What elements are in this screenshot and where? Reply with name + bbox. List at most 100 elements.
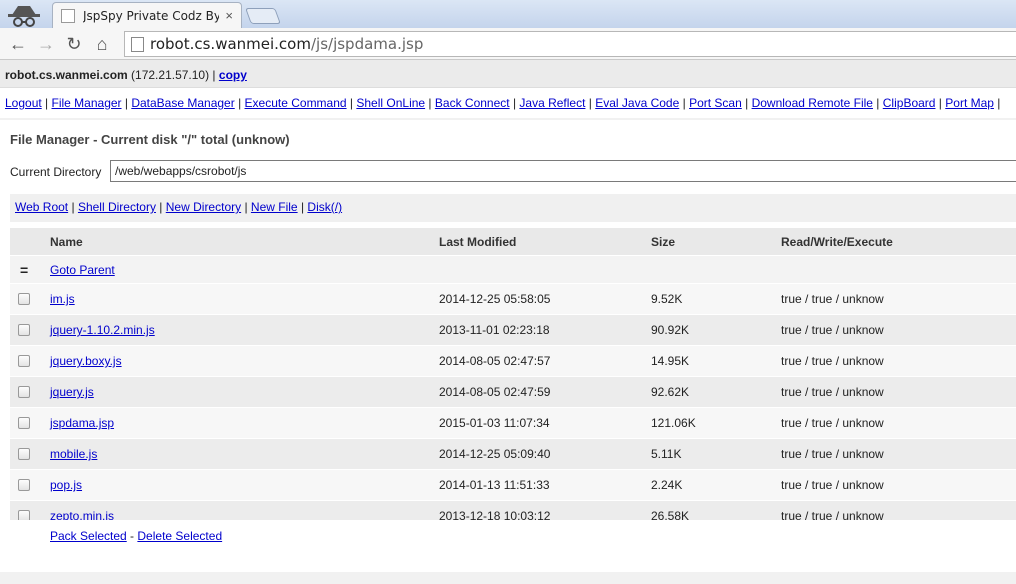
- menu-separator: |: [346, 96, 357, 110]
- goto-parent-link[interactable]: Goto Parent: [50, 263, 115, 277]
- browser-tabbar: JspSpy Private Codz By ×: [0, 0, 1016, 28]
- menu-clipboard[interactable]: ClipBoard: [883, 96, 936, 110]
- file-modified: 2014-08-05 02:47:57: [439, 354, 551, 368]
- browser-tab[interactable]: JspSpy Private Codz By ×: [52, 2, 242, 28]
- file-name-link[interactable]: jspdama.jsp: [50, 416, 114, 430]
- menu-database-manager[interactable]: DataBase Manager: [131, 96, 234, 110]
- current-directory-input[interactable]: [110, 160, 1016, 182]
- table-row: im.js 2014-12-25 05:58:05 9.52K true / true…: [10, 284, 1016, 315]
- quicklink-disk[interactable]: Disk(/): [307, 200, 342, 214]
- quicklink-shell-directory[interactable]: Shell Directory: [78, 200, 156, 214]
- row-checkbox-cell: [18, 439, 34, 469]
- row-checkbox-cell: [18, 377, 34, 407]
- file-name-cell: jquery.boxy.js: [50, 346, 122, 376]
- file-name-link[interactable]: mobile.js: [50, 447, 97, 461]
- reload-icon[interactable]: ↻: [62, 32, 86, 56]
- menu-download-remote-file[interactable]: Download Remote File: [752, 96, 873, 110]
- table-row: mobile.js 2014-12-25 05:09:40 5.11K true / …: [10, 439, 1016, 470]
- menu-port-scan[interactable]: Port Scan: [689, 96, 742, 110]
- quicklink-separator: |: [68, 200, 78, 214]
- quicklink-new-directory[interactable]: New Directory: [166, 200, 241, 214]
- close-tab-icon[interactable]: ×: [225, 8, 233, 23]
- table-row: jquery-1.10.2.min.js 2013-11-01 02:23:18 9…: [10, 315, 1016, 346]
- table-header: Name Last Modified Size Read/Write/Execu…: [10, 228, 1016, 256]
- quicklink-new-file[interactable]: New File: [251, 200, 298, 214]
- file-size: 2.24K: [651, 478, 683, 492]
- menu-execute-command[interactable]: Execute Command: [245, 96, 347, 110]
- quicklink-separator: |: [241, 200, 251, 214]
- menu-separator: |: [509, 96, 520, 110]
- file-manager-panel: File Manager - Current disk "/" total (u…: [0, 120, 1016, 572]
- file-name-cell: jquery-1.10.2.min.js: [50, 315, 155, 345]
- file-permissions: true / true / unknow: [781, 447, 884, 461]
- quicklink-web-root[interactable]: Web Root: [15, 200, 68, 214]
- file-name-link[interactable]: im.js: [50, 292, 75, 306]
- menu-separator: |: [234, 96, 245, 110]
- menu-port-map[interactable]: Port Map: [945, 96, 994, 110]
- menu-separator: |: [679, 96, 690, 110]
- delete-selected-link[interactable]: Delete Selected: [137, 529, 222, 543]
- file-size: 9.52K: [651, 292, 683, 306]
- menu-eval-java-code[interactable]: Eval Java Code: [595, 96, 679, 110]
- file-size: 14.95K: [651, 354, 690, 368]
- home-icon[interactable]: ⌂: [90, 32, 114, 56]
- menu-separator: |: [41, 96, 52, 110]
- file-table: Name Last Modified Size Read/Write/Execu…: [10, 228, 1016, 532]
- menu-shell-online[interactable]: Shell OnLine: [356, 96, 425, 110]
- pack-selected-link[interactable]: Pack Selected: [50, 529, 127, 543]
- parent-icon-glyph: =: [20, 261, 29, 278]
- file-permissions: true / true / unknow: [781, 354, 884, 368]
- copy-link[interactable]: copy: [219, 68, 247, 82]
- menu-file-manager[interactable]: File Manager: [52, 96, 122, 110]
- address-url: robot.cs.wanmei.com/js/jspdama.jsp: [150, 35, 423, 53]
- selection-actions: Pack Selected - Delete Selected: [10, 520, 1016, 552]
- file-permissions: true / true / unknow: [781, 292, 884, 306]
- goto-parent-row: = Goto Parent: [10, 256, 1016, 284]
- menu-separator: |: [935, 96, 946, 110]
- menu-back-connect[interactable]: Back Connect: [435, 96, 510, 110]
- file-name-link[interactable]: pop.js: [50, 478, 82, 492]
- row-checkbox[interactable]: [18, 324, 30, 336]
- row-checkbox[interactable]: [18, 479, 30, 491]
- url-path: /js/jspdama.jsp: [310, 35, 424, 53]
- file-size: 121.06K: [651, 416, 696, 430]
- row-checkbox[interactable]: [18, 448, 30, 460]
- incognito-icon: [8, 6, 40, 27]
- file-name-link[interactable]: jquery.boxy.js: [50, 354, 122, 368]
- row-checkbox[interactable]: [18, 417, 30, 429]
- file-name-link[interactable]: jquery-1.10.2.min.js: [50, 323, 155, 337]
- row-checkbox[interactable]: [18, 386, 30, 398]
- file-modified: 2014-12-25 05:58:05: [439, 292, 551, 306]
- address-bar[interactable]: robot.cs.wanmei.com/js/jspdama.jsp: [124, 31, 1016, 57]
- file-modified: 2013-11-01 02:23:18: [439, 323, 550, 337]
- row-checkbox[interactable]: [18, 293, 30, 305]
- header-permissions: Read/Write/Execute: [781, 234, 893, 249]
- file-name-link[interactable]: jquery.js: [50, 385, 94, 399]
- file-permissions: true / true / unknow: [781, 385, 884, 399]
- page-favicon-icon: [61, 8, 75, 23]
- url-host: robot.cs.wanmei.com: [150, 35, 311, 53]
- menu-separator: |: [121, 96, 132, 110]
- forward-arrow-icon[interactable]: →: [34, 32, 58, 56]
- actions-links: Pack Selected - Delete Selected: [50, 529, 222, 543]
- back-arrow-icon[interactable]: ←: [6, 32, 30, 56]
- file-permissions: true / true / unknow: [781, 323, 884, 337]
- file-name-cell: mobile.js: [50, 439, 97, 469]
- current-directory-label: Current Directory: [10, 165, 102, 179]
- menu-logout[interactable]: Logout: [5, 96, 42, 110]
- file-permissions: true / true / unknow: [781, 478, 884, 492]
- file-permissions: true / true / unknow: [781, 416, 884, 430]
- table-row: jspdama.jsp 2015-01-03 11:07:34 121.06K tru…: [10, 408, 1016, 439]
- header-size: Size: [651, 234, 676, 249]
- quick-links-bar: Web Root | Shell Directory | New Directo…: [10, 194, 1016, 222]
- tab-title: JspSpy Private Codz By: [83, 8, 220, 23]
- menu-separator: |: [872, 96, 883, 110]
- menu-separator: |: [585, 96, 596, 110]
- quicklink-separator: |: [155, 200, 166, 214]
- new-tab-button[interactable]: [245, 8, 281, 24]
- file-modified: 2015-01-03 11:07:34: [439, 416, 550, 430]
- menu-java-reflect[interactable]: Java Reflect: [519, 96, 585, 110]
- table-row: pop.js 2014-01-13 11:51:33 2.24K true / tru…: [10, 470, 1016, 501]
- row-checkbox[interactable]: [18, 355, 30, 367]
- table-row: jquery.js 2014-08-05 02:47:59 92.62K true /…: [10, 377, 1016, 408]
